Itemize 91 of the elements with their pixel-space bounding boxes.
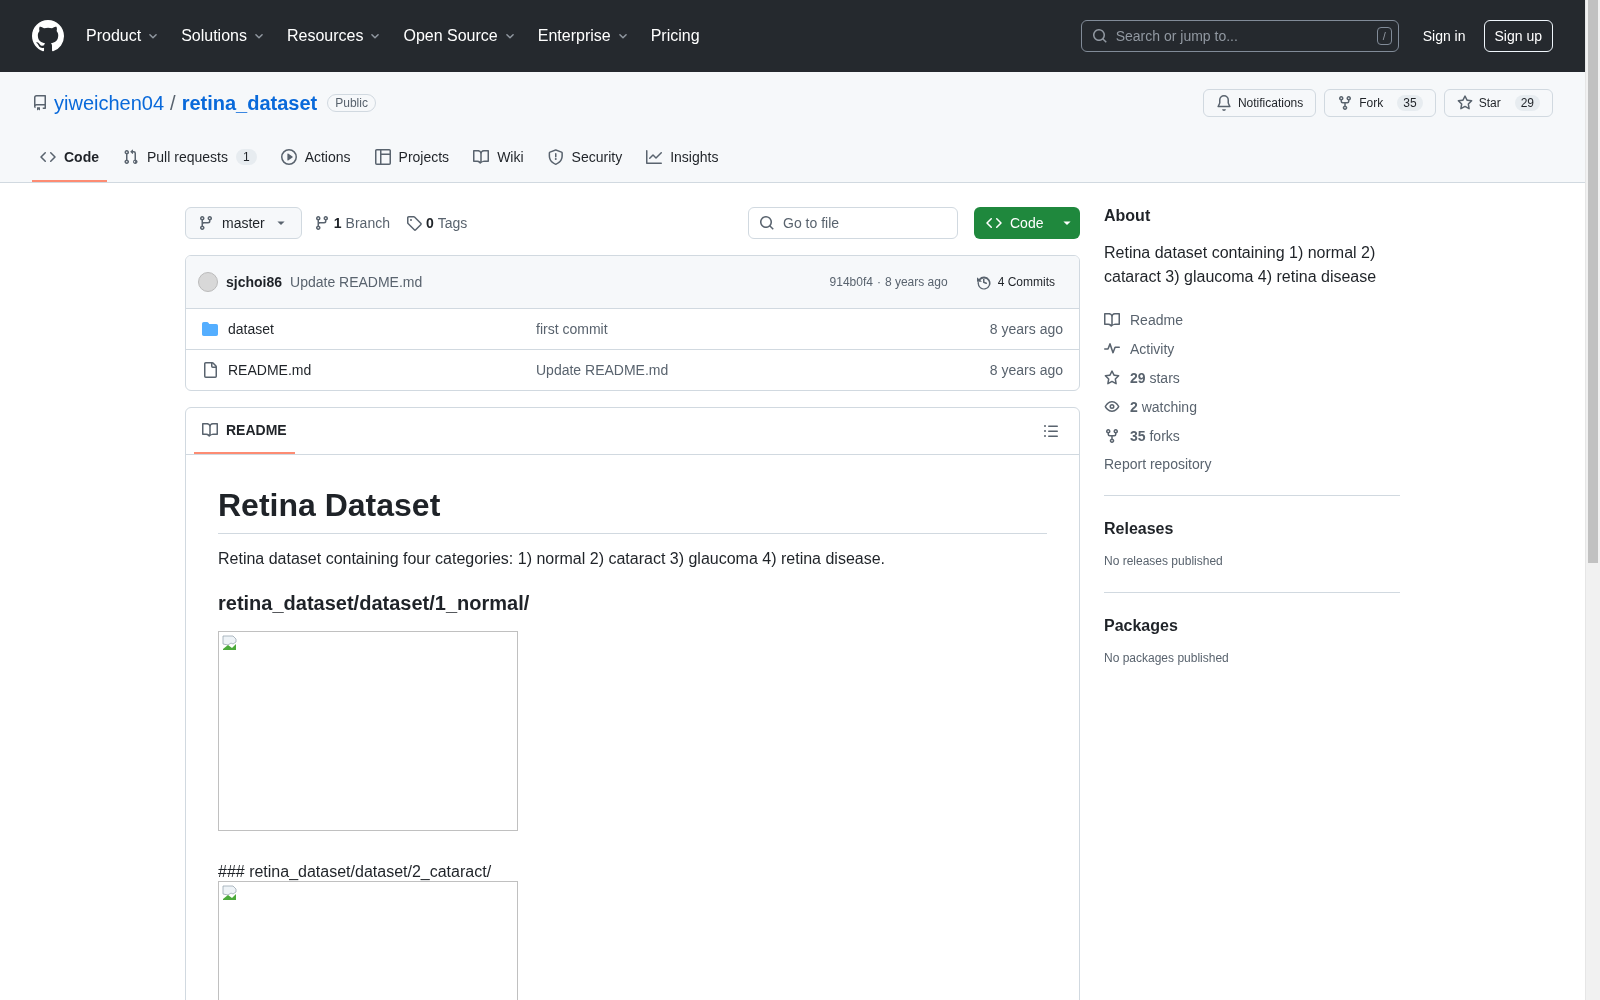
readme-title: Retina Dataset <box>218 487 1047 534</box>
nav-menu-item[interactable]: Solutions <box>173 21 275 51</box>
count-badge: 29 <box>1514 95 1540 111</box>
fork-icon <box>1104 427 1120 444</box>
nav-menu-item[interactable]: Resources <box>278 21 392 51</box>
pull-request-icon <box>123 149 139 165</box>
sidebar-link[interactable]: 35 forks <box>1104 421 1400 450</box>
sidebar-link[interactable]: 29 stars <box>1104 363 1400 392</box>
report-link[interactable]: Report repository <box>1104 450 1400 479</box>
readme-text: ### retina_dataset/dataset/2_cataract/ <box>218 863 493 881</box>
scrollbar-thumb[interactable] <box>1588 0 1598 563</box>
file-name-link[interactable]: README.md <box>228 362 312 378</box>
repo-tab[interactable]: Code <box>32 134 107 182</box>
nav-menu-item[interactable]: Enterprise <box>529 21 639 51</box>
book-icon <box>473 149 490 165</box>
search-icon <box>759 215 775 231</box>
empty-note: No packages published <box>1104 651 1230 665</box>
sign-up-button[interactable]: Sign up <box>1483 20 1553 52</box>
book-icon <box>1104 311 1120 328</box>
commit-age: 8 years ago <box>884 275 948 289</box>
nav-menu-item[interactable]: Product <box>78 21 170 51</box>
search-icon <box>1091 28 1108 44</box>
repo-tab[interactable]: Wiki <box>465 134 532 182</box>
shortcut-key: / <box>1376 27 1392 45</box>
code-button[interactable]: Code <box>974 207 1080 239</box>
repo-name-link[interactable]: retina_dataset <box>181 91 318 115</box>
shield-icon <box>547 149 564 165</box>
sign-in-link[interactable]: Sign in <box>1412 22 1476 50</box>
repo-owner-link[interactable]: yiweichen04 <box>54 91 165 115</box>
repo-description: Retina dataset containing 1) normal 2) cataract 3) glaucoma 4) retina disease <box>1104 243 1378 287</box>
play-icon <box>280 149 297 165</box>
star-icon <box>1104 369 1120 386</box>
book-icon <box>202 422 218 438</box>
fork-icon <box>1337 95 1354 111</box>
graph-icon <box>646 149 663 165</box>
commit-author[interactable]: sjchoi86 <box>226 274 283 290</box>
commit-hash[interactable]: 914b0f4 <box>829 275 873 289</box>
go-to-file-field[interactable]: Go to file <box>748 207 958 239</box>
repo-tab[interactable]: Actions <box>272 134 359 182</box>
bell-icon <box>1215 95 1232 111</box>
code-icon <box>986 215 1002 231</box>
sidebar-link[interactable]: Activity <box>1104 334 1400 363</box>
table-icon <box>374 149 391 165</box>
section-title: About <box>1104 207 1152 225</box>
count-badge: 35 <box>1397 95 1423 111</box>
separator-dot: · <box>876 275 881 289</box>
commit-message-link[interactable]: Update README.md <box>536 362 669 378</box>
repo-tab[interactable]: Security <box>539 134 631 182</box>
repo-tab[interactable]: Pull requests 1 <box>115 134 265 182</box>
star-icon <box>1456 95 1473 111</box>
branch-selector[interactable]: master <box>185 207 302 239</box>
tag-icon <box>405 215 422 231</box>
notifications-button[interactable]: Notifications <box>1202 89 1317 117</box>
commits-link[interactable]: 4 Commits <box>967 270 1063 294</box>
list-icon <box>1043 423 1059 439</box>
branch-icon <box>198 215 214 231</box>
file-name-link[interactable]: dataset <box>228 321 274 337</box>
sidebar-link[interactable]: 2 watching <box>1104 392 1400 421</box>
path-separator: / <box>170 91 176 115</box>
broken-image-icon <box>222 885 238 901</box>
folder-icon <box>202 321 218 337</box>
repo-tab[interactable]: Projects <box>366 134 458 182</box>
fork-button[interactable]: Fork 35 <box>1324 89 1436 117</box>
commit-age: 8 years ago <box>989 321 1063 337</box>
readme-paragraph: Retina dataset containing four categories: 1) normal 2) cataract 3) glaucoma 4) retina disease. <box>218 550 887 568</box>
empty-note: No releases published <box>1104 554 1224 568</box>
commit-message[interactable]: Update README.md <box>290 274 822 290</box>
broken-image-icon <box>222 635 238 651</box>
branches-link[interactable]: 1 Branch <box>309 215 394 231</box>
readme-tab[interactable]: README <box>194 408 295 454</box>
section-title: Packages <box>1104 617 1179 635</box>
star-button[interactable]: Star 29 <box>1443 89 1553 117</box>
repo-tab[interactable]: Insights <box>638 134 727 182</box>
nav-menu-item[interactable]: Pricing <box>642 21 708 51</box>
commit-message-link[interactable]: first commit <box>536 321 608 337</box>
file-icon <box>202 362 218 378</box>
github-logo <box>32 20 64 52</box>
history-icon <box>975 274 992 290</box>
section-title: Releases <box>1104 520 1175 538</box>
code-icon <box>40 149 56 165</box>
tags-link[interactable]: 0 Tags <box>401 215 472 231</box>
search-field[interactable]: Search or jump to... / <box>1080 20 1399 52</box>
branch-icon <box>313 215 330 231</box>
readme-heading: retina_dataset/dataset/1_normal/ <box>218 592 531 615</box>
commit-age: 8 years ago <box>989 362 1063 378</box>
sidebar-link[interactable]: Readme <box>1104 305 1400 334</box>
eye-icon <box>1104 398 1120 415</box>
count-badge: 1 <box>235 149 257 165</box>
repository-icon <box>32 95 48 111</box>
avatar <box>198 272 218 292</box>
nav-menu-item[interactable]: Open Source <box>395 21 526 51</box>
